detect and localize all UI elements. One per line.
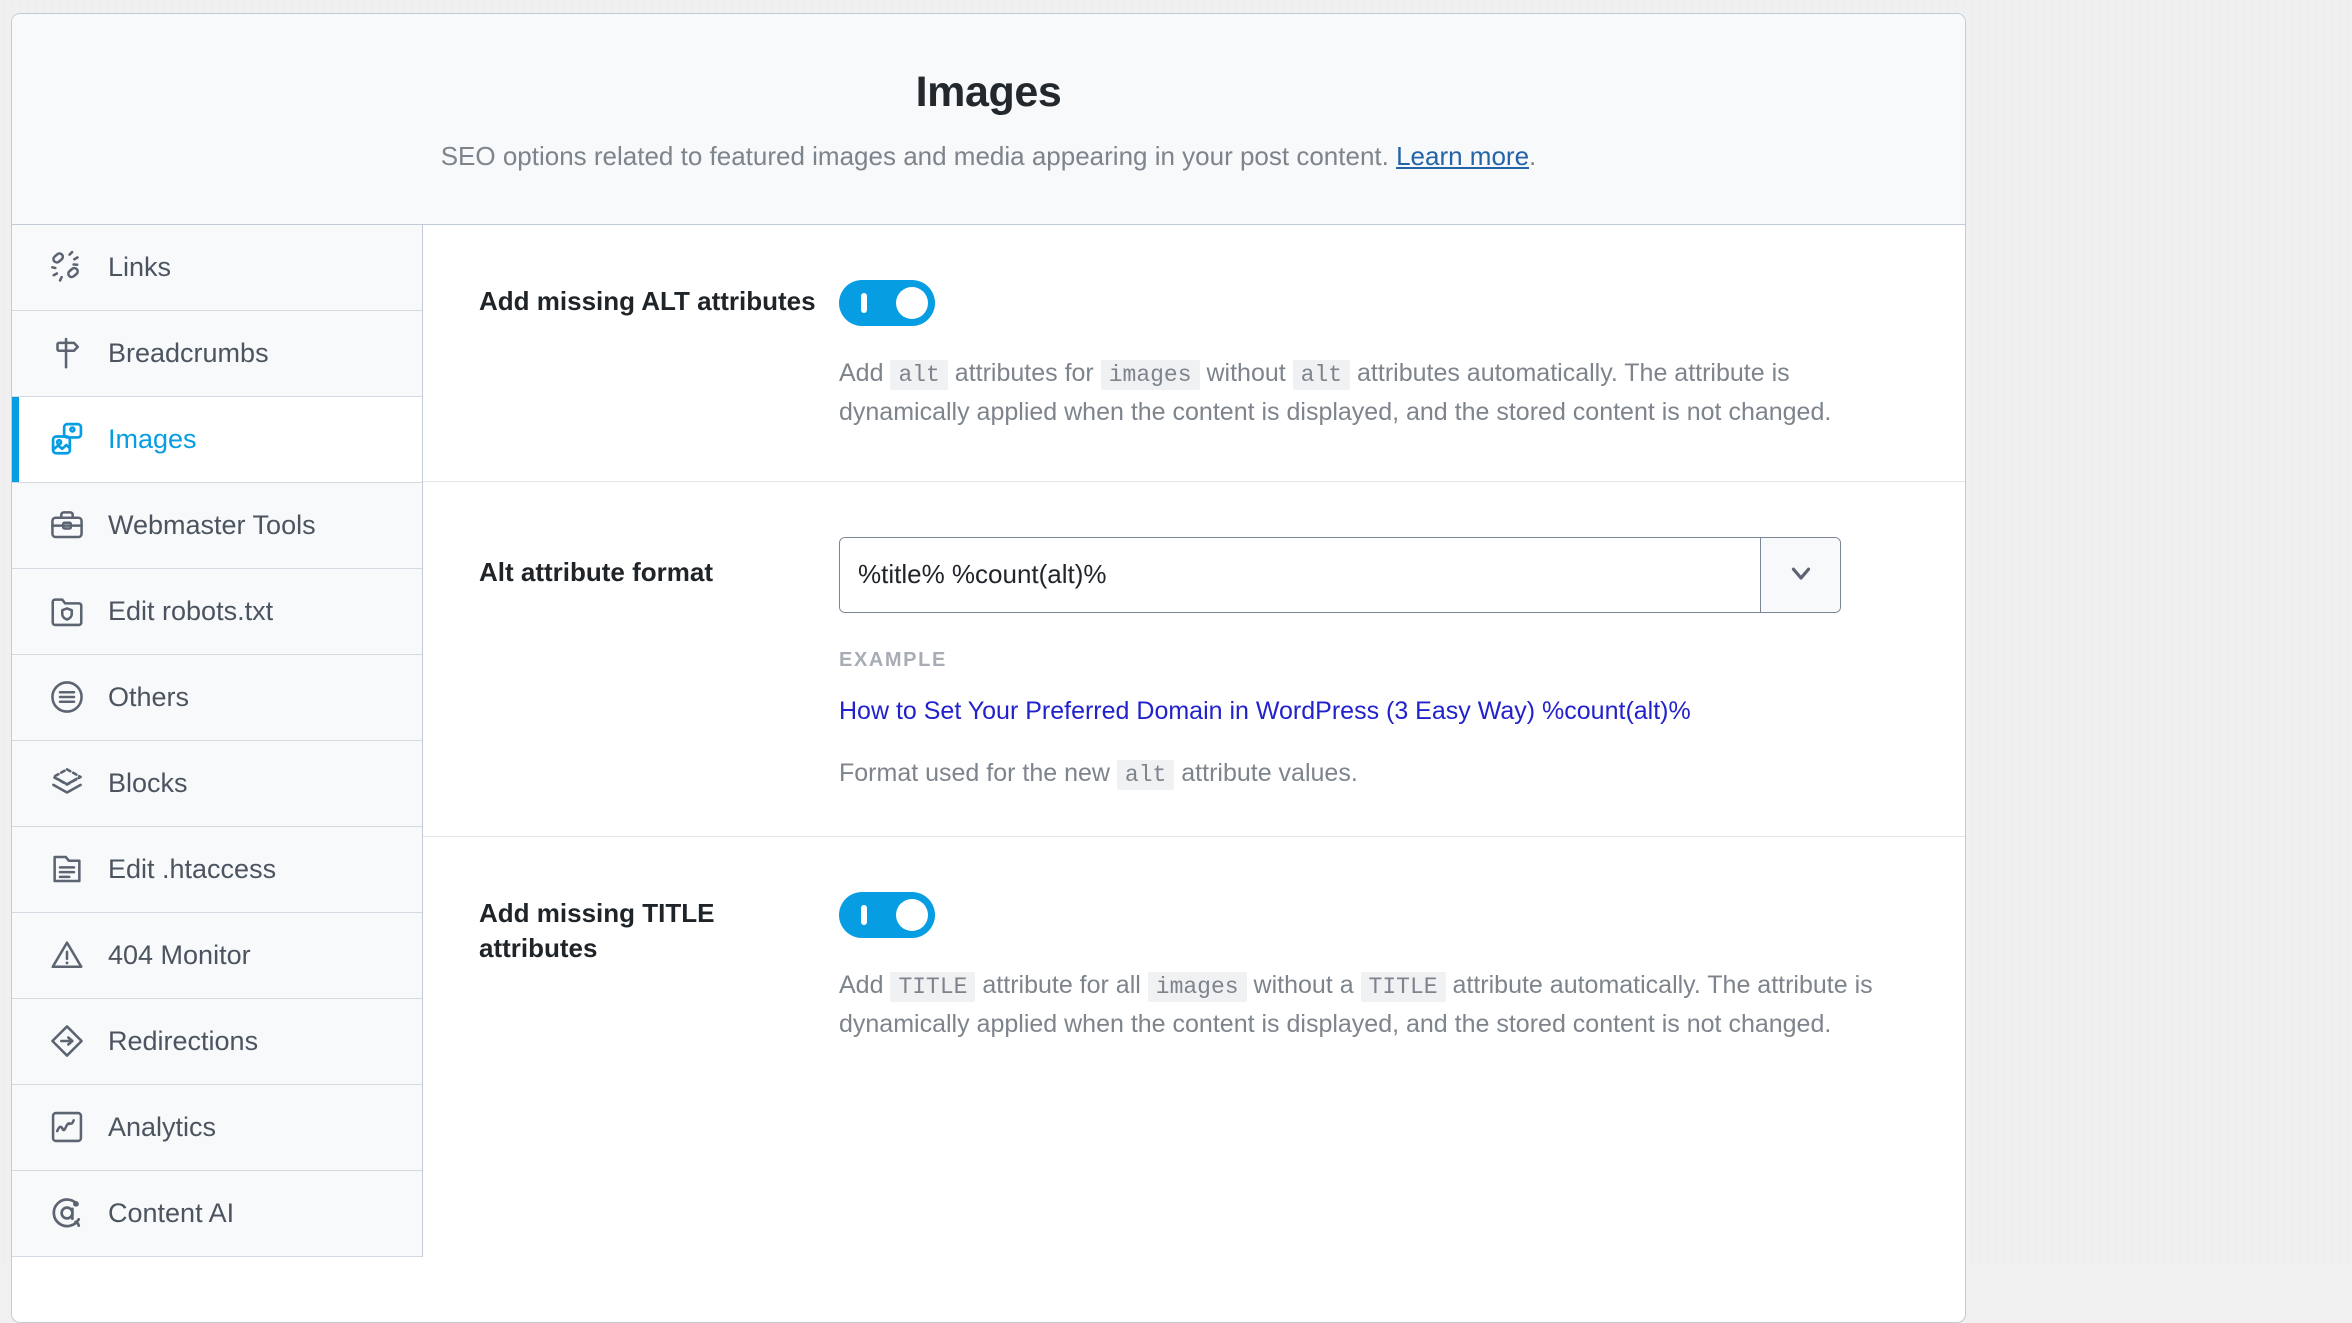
page-title: Images <box>42 69 1935 116</box>
sidebar-item-label: 404 Monitor <box>108 940 251 971</box>
setting-description-add-missing-title: Add TITLE attribute for all images witho… <box>839 966 1904 1045</box>
inline-code: TITLE <box>890 972 975 1002</box>
alt-format-dropdown-button[interactable] <box>1760 538 1840 612</box>
warning-triangle-icon <box>48 936 86 974</box>
list-circle-icon <box>48 678 86 716</box>
chevron-down-icon <box>1786 558 1816 591</box>
sidebar-item-links[interactable]: Links <box>12 225 422 311</box>
page-subtitle-text: SEO options related to featured images a… <box>441 141 1396 171</box>
sidebar-item-label: Webmaster Tools <box>108 510 316 541</box>
example-label: EXAMPLE <box>839 649 1905 672</box>
inline-code: images <box>1148 972 1247 1002</box>
sidebar-item-label: Blocks <box>108 768 188 799</box>
setting-row-add-missing-alt: Add missing ALT attributes Add alt attri… <box>423 225 1965 481</box>
example-value: How to Set Your Preferred Domain in Word… <box>839 694 1905 729</box>
toggle-add-missing-title[interactable] <box>839 892 935 938</box>
folder-shield-icon <box>48 592 86 630</box>
inline-code: images <box>1101 360 1200 390</box>
sidebar-item-blocks[interactable]: Blocks <box>12 741 422 827</box>
page-subtitle-suffix: . <box>1529 141 1536 171</box>
alt-format-note: Format used for the new alt attribute va… <box>839 759 1905 788</box>
sidebar-item-label: Edit robots.txt <box>108 596 273 627</box>
diamond-arrow-icon <box>48 1022 86 1060</box>
setting-label-add-missing-alt: Add missing ALT attributes <box>479 280 839 319</box>
page-subtitle: SEO options related to featured images a… <box>42 138 1935 176</box>
sidebar-item-breadcrumbs[interactable]: Breadcrumbs <box>12 311 422 397</box>
layers-icon <box>48 764 86 802</box>
sidebar-item-label: Redirections <box>108 1026 258 1057</box>
toggle-add-missing-alt[interactable] <box>839 280 935 326</box>
learn-more-link[interactable]: Learn more <box>1396 141 1529 171</box>
sidebar-item-redirections[interactable]: Redirections <box>12 999 422 1085</box>
sidebar-item-images[interactable]: Images <box>12 397 422 483</box>
sidebar-item-label: Analytics <box>108 1112 216 1143</box>
sidebar-item-label: Images <box>108 424 197 455</box>
sidebar-item-analytics[interactable]: Analytics <box>12 1085 422 1171</box>
settings-sidebar: Links Breadcrumbs Images Webmaster Tools Edi… <box>12 225 423 1257</box>
sidebar-item-404-monitor[interactable]: 404 Monitor <box>12 913 422 999</box>
sidebar-item-label: Content AI <box>108 1198 234 1229</box>
sidebar-item-label: Edit .htaccess <box>108 854 276 885</box>
alt-format-input[interactable] <box>840 538 1760 612</box>
toggle-knob <box>896 287 928 319</box>
setting-row-alt-format: Alt attribute format EXAMPLE <box>423 481 1965 836</box>
sidebar-item-edit-htaccess[interactable]: Edit .htaccess <box>12 827 422 913</box>
toggle-bar <box>861 905 867 925</box>
chart-square-icon <box>48 1108 86 1146</box>
inline-code: alt <box>1293 360 1350 390</box>
sidebar-item-label: Links <box>108 252 171 283</box>
settings-panel: Images SEO options related to featured i… <box>11 13 1966 1323</box>
settings-content: Add missing ALT attributes Add alt attri… <box>423 225 1965 1257</box>
toolbox-icon <box>48 506 86 544</box>
inline-code: TITLE <box>1361 972 1446 1002</box>
setting-row-add-missing-title: Add missing TITLE attributes Add TITLE a… <box>423 836 1965 1093</box>
signpost-icon <box>48 334 86 372</box>
toggle-knob <box>896 899 928 931</box>
toggle-bar <box>861 293 867 313</box>
page-header: Images SEO options related to featured i… <box>12 14 1965 225</box>
sidebar-item-others[interactable]: Others <box>12 655 422 741</box>
content-ai-icon <box>48 1194 86 1232</box>
setting-description-add-missing-alt: Add alt attributes for images without al… <box>839 354 1904 433</box>
file-lines-icon <box>48 850 86 888</box>
setting-label-alt-format: Alt attribute format <box>479 537 839 590</box>
sidebar-item-webmaster-tools[interactable]: Webmaster Tools <box>12 483 422 569</box>
images-icon <box>48 420 86 458</box>
setting-label-add-missing-title: Add missing TITLE attributes <box>479 892 839 966</box>
links-icon <box>48 248 86 286</box>
sidebar-item-edit-robots-txt[interactable]: Edit robots.txt <box>12 569 422 655</box>
sidebar-item-label: Breadcrumbs <box>108 338 269 369</box>
inline-code: alt <box>890 360 947 390</box>
sidebar-item-content-ai[interactable]: Content AI <box>12 1171 422 1257</box>
inline-code: alt <box>1117 760 1174 790</box>
alt-format-input-group <box>839 537 1841 613</box>
sidebar-item-label: Others <box>108 682 189 713</box>
